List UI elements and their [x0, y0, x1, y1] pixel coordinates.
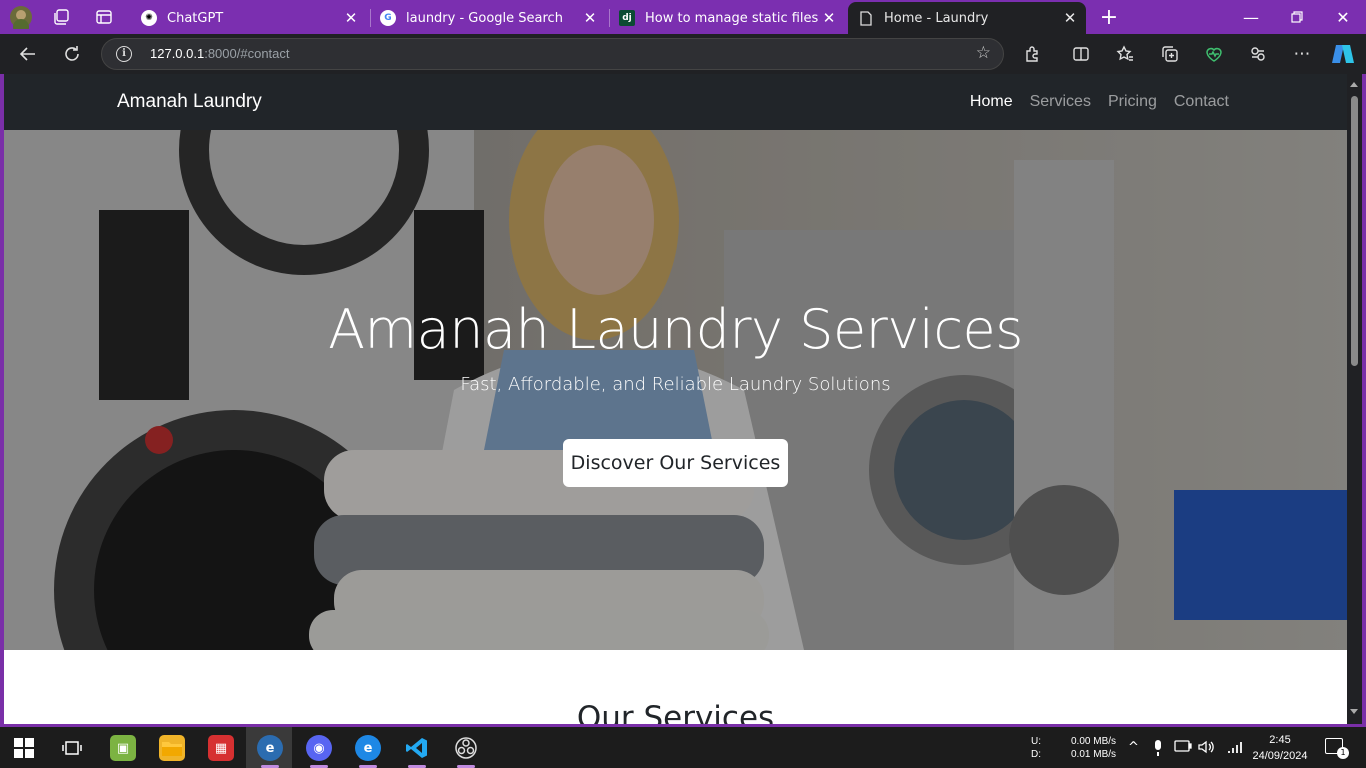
- edge-browser-icon[interactable]: e: [257, 735, 283, 761]
- vscode-icon[interactable]: [404, 735, 430, 761]
- obs-icon[interactable]: [453, 735, 479, 761]
- wifi-icon[interactable]: [1226, 740, 1242, 758]
- address-bar[interactable]: i 127.0.0.1:8000/#contact ☆: [101, 38, 1004, 70]
- microphone-icon[interactable]: [1152, 740, 1164, 760]
- performance-icon[interactable]: [1242, 39, 1274, 69]
- extensions-icon[interactable]: [1017, 39, 1049, 69]
- tab-chatgpt[interactable]: ✺ ChatGPT ✕: [131, 4, 367, 32]
- net-speed-labels: U: D:: [1031, 736, 1041, 760]
- page-icon: [858, 10, 874, 26]
- tab-google-search[interactable]: G laundry - Google Search ✕: [370, 4, 606, 32]
- favorites-icon[interactable]: [1109, 39, 1141, 69]
- scroll-thumb[interactable]: [1351, 96, 1358, 366]
- copilot-icon[interactable]: [1327, 39, 1359, 69]
- tab-label: How to manage static files (e.g. im: [645, 10, 819, 26]
- nav-home[interactable]: Home: [970, 93, 1013, 111]
- nav-contact[interactable]: Contact: [1174, 93, 1229, 111]
- discover-services-button[interactable]: Discover Our Services: [563, 439, 788, 487]
- tab-label: ChatGPT: [167, 10, 224, 26]
- close-tab-icon[interactable]: ✕: [819, 9, 839, 27]
- net-speed-values: 0.00 MB/s 0.01 MB/s: [1071, 736, 1117, 760]
- profile-avatar[interactable]: [6, 3, 36, 31]
- collections-icon[interactable]: [1154, 39, 1186, 69]
- hero-section: Amanah Laundry Services Fast, Affordable…: [4, 130, 1347, 650]
- notification-center-icon[interactable]: 1: [1325, 738, 1349, 759]
- edge-dev-icon[interactable]: e: [355, 735, 381, 761]
- site-brand[interactable]: Amanah Laundry: [117, 91, 262, 113]
- close-window-icon[interactable]: ✕: [1320, 0, 1366, 34]
- task-view-icon[interactable]: [59, 735, 85, 761]
- tab-actions-icon[interactable]: [89, 3, 119, 31]
- nav-pricing[interactable]: Pricing: [1108, 93, 1157, 111]
- close-tab-icon[interactable]: ✕: [1060, 9, 1080, 27]
- hero-title: Amanah Laundry Services: [328, 298, 1023, 361]
- back-icon[interactable]: [12, 39, 44, 69]
- discord-icon[interactable]: ◉: [306, 735, 332, 761]
- workspaces-icon[interactable]: [47, 3, 77, 31]
- browser-toolbar: i 127.0.0.1:8000/#contact ☆ ⋯: [0, 34, 1366, 74]
- minimize-icon[interactable]: —: [1228, 0, 1274, 34]
- favorite-star-icon[interactable]: ☆: [976, 43, 991, 63]
- split-screen-icon[interactable]: [1065, 39, 1097, 69]
- tab-label: laundry - Google Search: [406, 10, 563, 26]
- django-icon: dj: [619, 10, 635, 26]
- tab-home-laundry[interactable]: Home - Laundry ✕: [848, 2, 1086, 34]
- web-page: Amanah Laundry Home Services Pricing Con…: [4, 74, 1347, 724]
- site-nav-links: Home Services Pricing Contact: [970, 93, 1229, 111]
- notification-count: 1: [1337, 747, 1349, 759]
- new-tab-icon[interactable]: +: [1094, 3, 1124, 31]
- android-studio-icon[interactable]: ▣: [110, 735, 136, 761]
- restore-icon[interactable]: [1274, 0, 1320, 34]
- section-title-services: Our Services: [576, 700, 775, 724]
- site-navbar: Amanah Laundry Home Services Pricing Con…: [4, 74, 1347, 130]
- close-tab-icon[interactable]: ✕: [341, 9, 361, 27]
- url-text: 127.0.0.1:8000/#contact: [150, 46, 290, 61]
- red-app-icon[interactable]: ▦: [208, 735, 234, 761]
- browser-essentials-icon[interactable]: [1198, 39, 1230, 69]
- battery-icon[interactable]: [1174, 740, 1192, 756]
- show-hidden-icons-icon[interactable]: ^: [1128, 740, 1139, 755]
- refresh-icon[interactable]: [56, 39, 88, 69]
- page-scrollbar[interactable]: [1347, 74, 1362, 724]
- close-tab-icon[interactable]: ✕: [580, 9, 600, 27]
- scroll-up-icon[interactable]: [1350, 82, 1358, 87]
- taskbar-clock[interactable]: 2:45 24/09/2024: [1252, 732, 1308, 764]
- more-menu-icon[interactable]: ⋯: [1286, 39, 1318, 69]
- volume-icon[interactable]: [1198, 740, 1214, 758]
- google-icon: G: [380, 10, 396, 26]
- tab-label: Home - Laundry: [884, 10, 989, 26]
- tab-django-docs[interactable]: dj How to manage static files (e.g. im ✕: [609, 4, 845, 32]
- hero-subtitle: Fast, Affordable, and Reliable Laundry S…: [460, 374, 891, 395]
- windows-start-icon[interactable]: [11, 735, 37, 761]
- browser-tab-bar: ✺ ChatGPT ✕ G laundry - Google Search ✕ …: [0, 0, 1366, 34]
- site-info-icon[interactable]: i: [116, 46, 132, 62]
- scroll-down-icon[interactable]: [1350, 709, 1358, 714]
- chatgpt-icon: ✺: [141, 10, 157, 26]
- nav-services[interactable]: Services: [1030, 93, 1091, 111]
- file-explorer-icon[interactable]: [159, 735, 185, 761]
